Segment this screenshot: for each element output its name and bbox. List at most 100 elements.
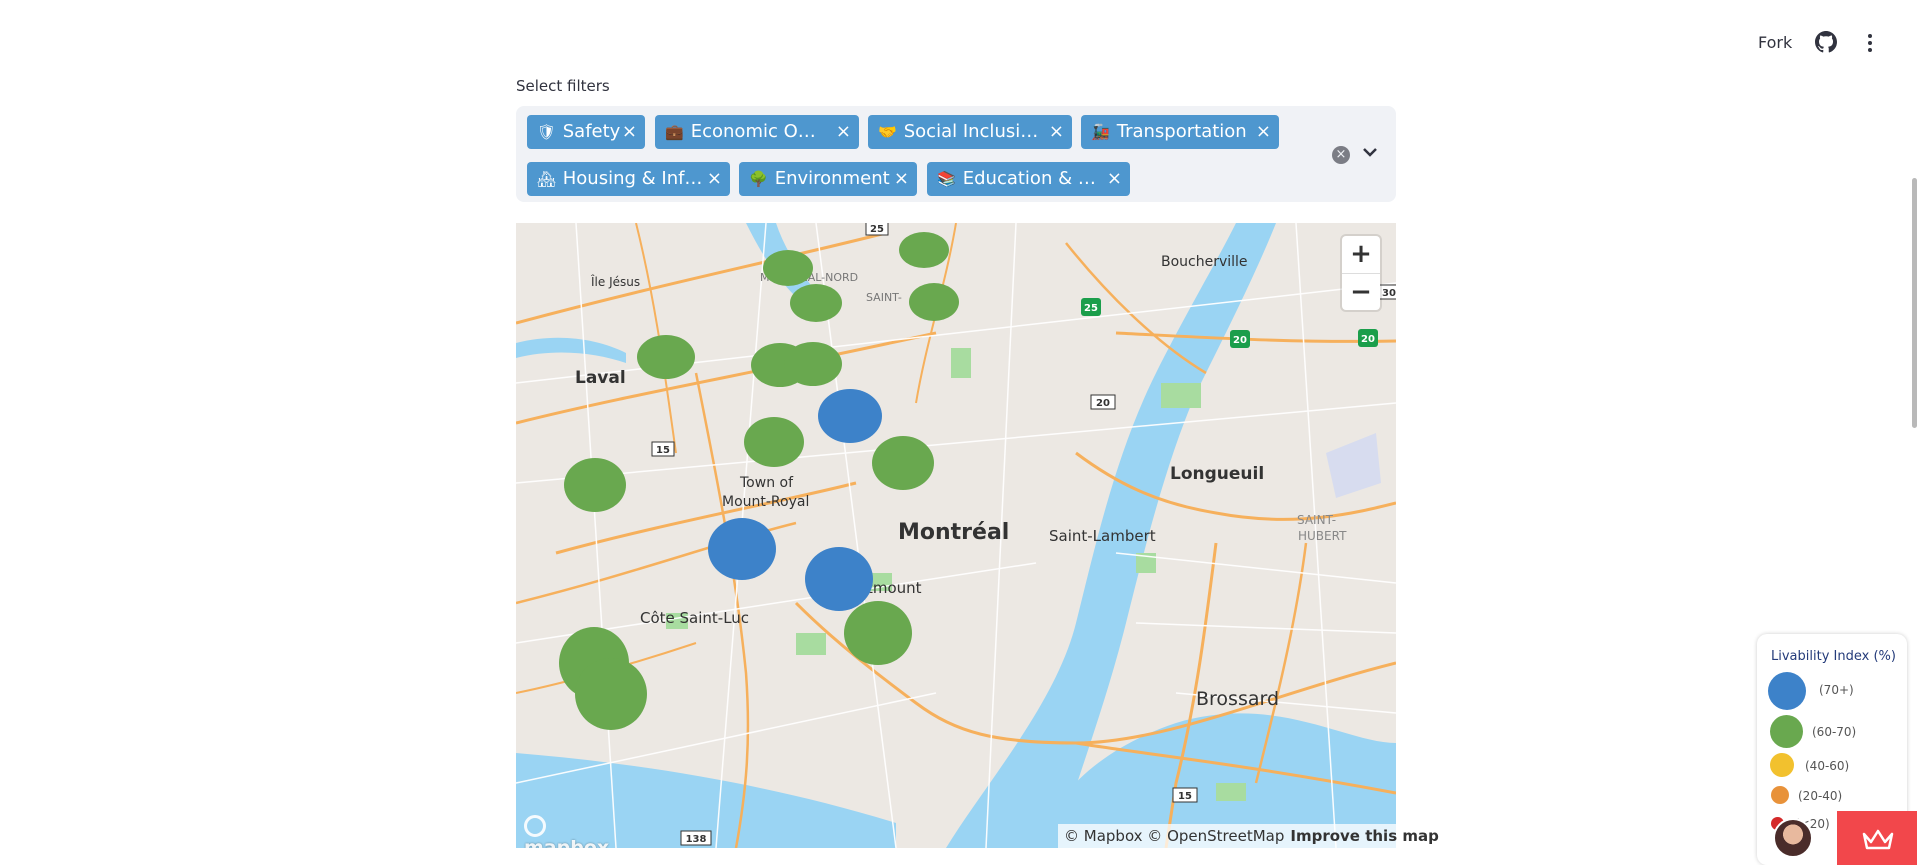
map-basemap: Île Jésus MONTRÉAL-NORD SAINT- Bouchervi… [516,223,1396,848]
page-scrollbar[interactable] [1912,178,1917,428]
zoom-out-button[interactable]: − [1342,273,1380,310]
chat-avatar[interactable] [1773,818,1813,858]
route-shield: 15 [1172,787,1198,803]
svg-text:25: 25 [1084,303,1098,314]
chip-label: Transportation [1116,121,1247,142]
livability-marker[interactable] [818,389,882,443]
map-label: SAINT- [866,291,902,304]
remove-chip-icon[interactable]: × [1049,115,1064,149]
remove-chip-icon[interactable]: × [894,162,909,196]
chip-social-inclusion[interactable]: 🤝 Social Inclusi… × [868,115,1072,149]
chevron-down-icon[interactable] [1360,142,1380,162]
route-shield: 30 [1377,284,1396,300]
map-label: Laval [575,368,626,388]
map-label: Saint-Lambert [1049,527,1156,545]
chip-label: Education & … [962,168,1096,189]
crown-icon[interactable] [1862,828,1894,850]
chip-label: Safety [562,121,621,142]
clear-all-icon[interactable]: × [1332,146,1350,164]
legend-swatch [1770,715,1803,748]
map-label: Brossard [1196,688,1279,710]
tree-icon: 🌳 [749,170,768,188]
chip-label: Environment [774,168,890,189]
legend-swatch [1771,786,1789,804]
livability-marker[interactable] [805,547,873,611]
map-label: Town of [739,475,794,491]
livability-marker[interactable] [564,458,626,512]
chip-label: Social Inclusi… [903,121,1039,142]
route-shield: 25 [865,223,889,236]
remove-chip-icon[interactable]: × [836,115,851,149]
livability-marker[interactable] [872,436,934,490]
train-icon: 🚂 [1091,123,1110,141]
chip-transportation[interactable]: 🚂 Transportation × [1081,115,1279,149]
map-canvas[interactable]: Île Jésus MONTRÉAL-NORD SAINT- Bouchervi… [516,223,1396,848]
map-label: Longueuil [1170,464,1264,484]
legend-swatch [1770,753,1794,777]
remove-chip-icon[interactable]: × [622,115,637,149]
filter-label: Select filters [516,77,610,95]
chip-education[interactable]: 📚 Education & … × [927,162,1130,196]
svg-text:20: 20 [1233,335,1247,346]
houses-icon: 🏘 [537,170,557,188]
top-bar: Fork [0,0,1917,90]
livability-marker[interactable] [909,283,959,321]
chip-environment[interactable]: 🌳 Environment × [739,162,917,196]
livability-marker[interactable] [575,658,647,730]
remove-chip-icon[interactable]: × [1256,115,1271,149]
remove-chip-icon[interactable]: × [1107,162,1122,196]
livability-marker[interactable] [637,335,695,379]
route-shield: 20 [1358,329,1378,347]
mapbox-logo-icon [524,814,546,837]
livability-marker[interactable] [899,232,949,268]
livability-marker[interactable] [844,601,912,665]
legend-label: (20-40) [1798,789,1843,803]
fork-link[interactable]: Fork [1758,33,1792,52]
livability-marker[interactable] [744,417,804,467]
legend-swatch [1768,672,1806,710]
map-label: SAINT- [1297,513,1336,527]
shield-icon: 🛡 [537,123,557,141]
mapbox-logo: mapbox [524,814,609,848]
chip-safety[interactable]: 🛡 Safety × [527,115,645,149]
legend-label: (70+) [1819,683,1854,697]
map-label: Mount-Royal [722,494,809,510]
map-label: Boucherville [1161,254,1248,270]
livability-marker[interactable] [708,518,776,580]
svg-text:138: 138 [686,834,707,845]
svg-text:15: 15 [656,445,670,456]
handshake-icon: 🤝 [878,123,897,141]
main-menu-icon[interactable] [1860,31,1880,55]
svg-text:15: 15 [1178,791,1192,802]
chip-label: Housing & Inf… [562,168,703,189]
legend-title: Livability Index (%) [1771,649,1896,664]
legend-label: (40-60) [1805,759,1850,773]
books-icon: 📚 [937,170,956,188]
chip-economic[interactable]: 💼 Economic O… × [655,115,859,149]
briefcase-icon: 💼 [665,123,684,141]
livability-marker[interactable] [784,342,842,386]
route-shield: 15 [651,441,675,457]
chip-housing[interactable]: 🏘 Housing & Inf… × [527,162,730,196]
svg-text:30: 30 [1382,288,1396,299]
map-label: Montréal [898,520,1009,545]
filter-multiselect[interactable]: 🛡 Safety × 💼 Economic O… × 🤝 Social Incl… [516,106,1396,202]
livability-marker[interactable] [790,284,842,322]
chip-label: Economic O… [690,121,816,142]
map-label: Côte Saint-Luc [640,609,749,627]
route-shield: 25 [1081,298,1101,316]
svg-text:20: 20 [1096,398,1110,409]
svg-text:20: 20 [1361,334,1375,345]
route-shield: 20 [1090,394,1116,410]
route-shield: 20 [1230,330,1250,348]
legend-label: (60-70) [1812,725,1857,739]
github-icon[interactable] [1815,31,1837,53]
zoom-control: + − [1342,236,1380,310]
zoom-in-button[interactable]: + [1342,236,1380,273]
attribution-text[interactable]: © Mapbox © OpenStreetMap [1064,827,1284,845]
map-attribution: © Mapbox © OpenStreetMap Improve this map [1058,824,1445,848]
livability-marker[interactable] [763,250,813,286]
remove-chip-icon[interactable]: × [707,162,722,196]
svg-text:25: 25 [870,224,884,235]
improve-map-link[interactable]: Improve this map [1290,827,1438,845]
